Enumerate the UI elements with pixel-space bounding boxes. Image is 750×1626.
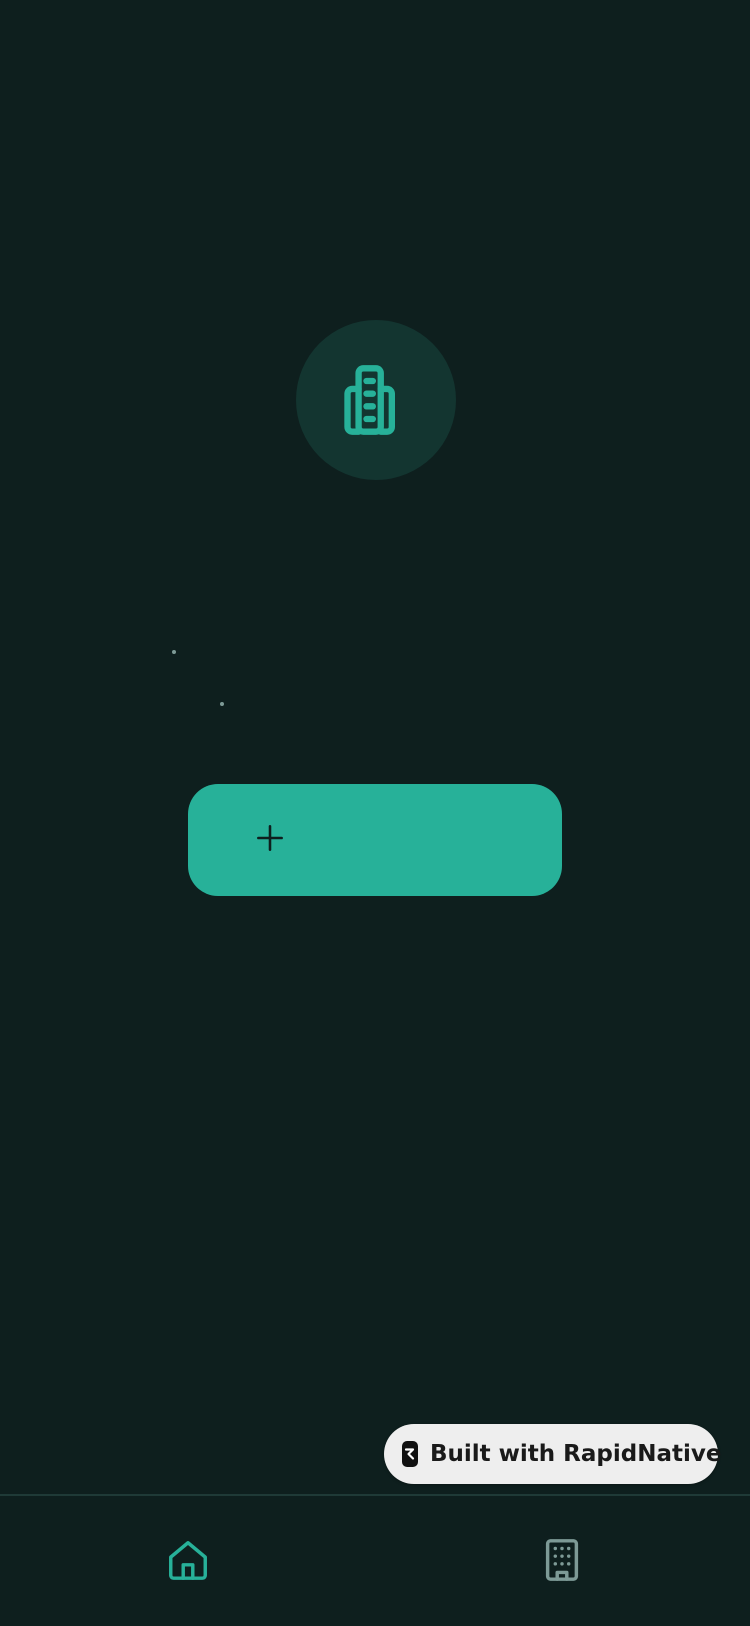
hero-illustration — [296, 320, 456, 480]
placeholder-dot — [220, 702, 224, 706]
add-button[interactable] — [188, 784, 562, 896]
office-building-icon — [545, 1539, 579, 1581]
building-icon — [344, 365, 395, 435]
placeholder-dot — [172, 650, 176, 654]
built-with-badge[interactable]: Built with RapidNative — [384, 1424, 722, 1484]
badge-text: Built with RapidNative — [430, 1441, 722, 1467]
tab-home[interactable] — [158, 1530, 218, 1590]
tab-buildings[interactable] — [532, 1530, 592, 1590]
home-icon — [169, 1541, 207, 1580]
bottom-tab-bar — [0, 1494, 750, 1626]
rapidnative-logo-icon — [402, 1441, 418, 1467]
plus-icon — [257, 825, 283, 851]
